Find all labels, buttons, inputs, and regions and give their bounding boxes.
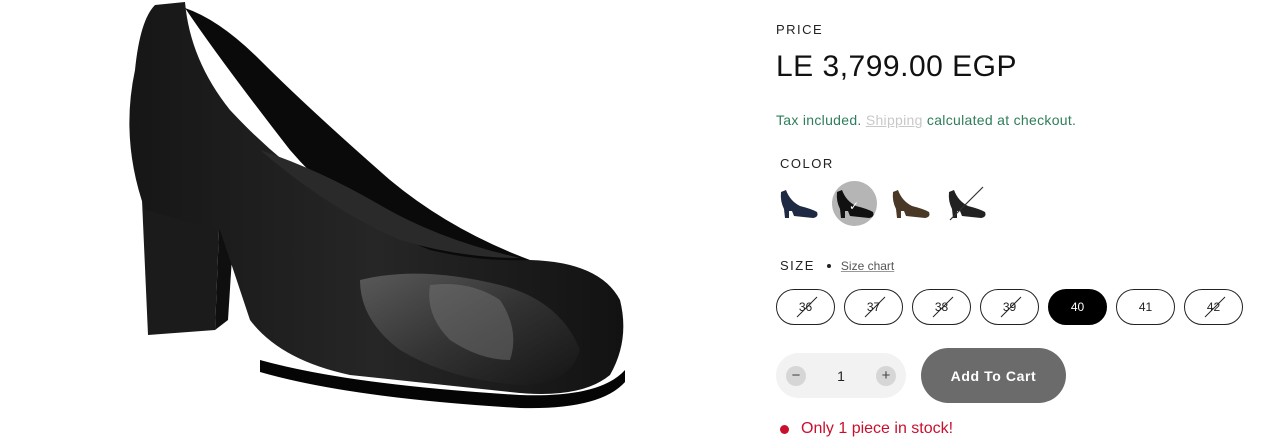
quantity-value[interactable]: 1 bbox=[837, 368, 845, 384]
size-option-36[interactable]: 36 bbox=[776, 289, 835, 325]
tax-note-prefix: Tax included. bbox=[776, 112, 862, 128]
unavailable-strike-icon bbox=[796, 296, 818, 318]
selected-check-icon: ✓ bbox=[849, 199, 860, 213]
color-swatch-brown[interactable] bbox=[888, 181, 933, 226]
size-chart-link[interactable]: Size chart bbox=[841, 259, 894, 273]
size-option-42[interactable]: 42 bbox=[1184, 289, 1243, 325]
unavailable-strike-icon bbox=[949, 186, 984, 221]
color-swatch-black-patent[interactable] bbox=[944, 181, 989, 226]
color-swatches: ✓ bbox=[776, 181, 989, 226]
size-option-37[interactable]: 37 bbox=[844, 289, 903, 325]
product-details: PRICE LE 3,799.00 EGP Tax included. Ship… bbox=[776, 0, 1256, 447]
shipping-link[interactable]: Shipping bbox=[866, 112, 923, 128]
product-price: LE 3,799.00 EGP bbox=[776, 50, 1017, 83]
quantity-stepper: − 1 + bbox=[776, 353, 906, 398]
size-label: SIZE bbox=[780, 258, 815, 273]
size-option-41[interactable]: 41 bbox=[1116, 289, 1175, 325]
size-header: SIZE Size chart bbox=[780, 258, 894, 273]
unavailable-strike-icon bbox=[1000, 296, 1022, 318]
product-image bbox=[100, 0, 640, 447]
navy-pump-icon bbox=[780, 189, 817, 218]
color-swatch-navy[interactable] bbox=[776, 181, 821, 226]
size-option-label: 41 bbox=[1138, 300, 1153, 314]
size-options: 36 37 38 39 40 41 42 bbox=[776, 289, 1243, 325]
unavailable-strike-icon bbox=[932, 296, 954, 318]
color-swatch-black[interactable]: ✓ bbox=[832, 181, 877, 226]
size-option-39[interactable]: 39 bbox=[980, 289, 1039, 325]
decrease-quantity-button[interactable]: − bbox=[786, 365, 806, 386]
tax-note-suffix: calculated at checkout. bbox=[926, 112, 1077, 128]
tax-note: Tax included. Shipping calculated at che… bbox=[776, 112, 1076, 128]
increase-quantity-button[interactable]: + bbox=[875, 365, 896, 386]
unavailable-strike-icon bbox=[1204, 296, 1226, 318]
brown-pump-icon bbox=[892, 189, 929, 218]
size-option-40[interactable]: 40 bbox=[1048, 289, 1107, 325]
add-to-cart-button[interactable]: Add To Cart bbox=[921, 348, 1066, 403]
color-label: COLOR bbox=[780, 156, 834, 171]
stock-message: Only 1 piece in stock! bbox=[801, 420, 954, 437]
stock-alert-dot-icon bbox=[780, 424, 789, 434]
unavailable-strike-icon bbox=[864, 296, 886, 318]
stock-status: Only 1 piece in stock! bbox=[780, 420, 953, 438]
size-option-label: 40 bbox=[1070, 300, 1085, 314]
size-option-38[interactable]: 38 bbox=[912, 289, 971, 325]
price-label: PRICE bbox=[776, 22, 824, 37]
separator-dot bbox=[826, 263, 831, 268]
pump-shoe-illustration bbox=[129, 2, 625, 409]
